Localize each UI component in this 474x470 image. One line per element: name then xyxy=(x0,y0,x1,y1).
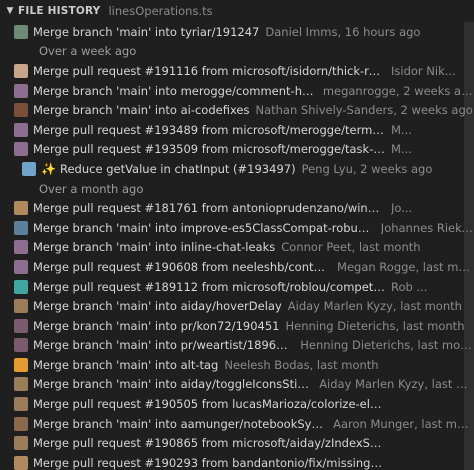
commit-meta: Peng Lyu, 2 weeks ago xyxy=(301,161,433,176)
avatar xyxy=(14,259,28,274)
commit-meta: Johannes Rieke... xyxy=(380,220,474,235)
commit-message: Merge pull request #189112 from microsof… xyxy=(33,279,385,294)
commit-message: Merge pull request #190865 from microsof… xyxy=(33,436,385,451)
avatar xyxy=(14,142,28,157)
commit-row[interactable]: Merge branch 'main' into ai-codefixes Nat… xyxy=(0,100,474,120)
commit-row[interactable]: Merge pull request #189112 from microsof… xyxy=(0,277,474,297)
commit-meta: Jo... xyxy=(391,201,413,216)
commit-message: Merge branch 'main' into inline-chat-lea… xyxy=(33,240,276,255)
commit-row[interactable]: Merge pull request #191116 from microsof… xyxy=(0,61,474,81)
avatar xyxy=(14,122,28,137)
commit-meta: M... xyxy=(391,122,412,137)
group-header: Over a week ago xyxy=(39,44,137,59)
commit-message: Merge pull request #193489 from microsof… xyxy=(33,122,385,137)
commit-meta: Isidor Nik... xyxy=(391,63,456,78)
commit-message: Merge pull request #193509 from microsof… xyxy=(33,142,385,157)
commit-message: Merge pull request #190608 from neeleshb… xyxy=(33,259,332,274)
avatar xyxy=(14,416,28,431)
commit-meta: Rob ... xyxy=(391,279,428,294)
commit-row[interactable]: Merge branch 'main' into aiday/toggleIco… xyxy=(0,375,474,395)
commit-message: Merge branch 'main' into aiday/toggleIco… xyxy=(33,377,313,392)
commit-message: Merge branch 'main' into improve-es5Clas… xyxy=(33,220,375,235)
commit-row[interactable]: Merge branch 'main' into pr/weartist/189… xyxy=(0,336,474,356)
commit-list: Merge branch 'main' into tyriar/191247 Da… xyxy=(0,22,474,470)
commit-meta: Henning Dieterichs, last month xyxy=(300,338,474,353)
commit-meta: Aiday Marlen Kyzy, last month xyxy=(319,377,474,392)
commit-row[interactable]: Merge branch 'main' into alt-tag Neelesh … xyxy=(0,355,474,375)
commit-row[interactable]: Merge branch 'main' into inline-chat-lea… xyxy=(0,238,474,258)
file-name: linesOperations.ts xyxy=(108,4,213,18)
avatar xyxy=(14,338,28,353)
commit-row[interactable]: Merge pull request #190865 from microsof… xyxy=(0,433,474,453)
commit-row[interactable]: Merge branch 'main' into improve-es5Clas… xyxy=(0,218,474,238)
commit-row[interactable]: Merge branch 'main' into aiday/hoverDela… xyxy=(0,296,474,316)
avatar xyxy=(14,220,28,235)
commit-row[interactable]: Merge branch 'main' into pr/kon72/190451… xyxy=(0,316,474,336)
avatar xyxy=(14,201,28,216)
commit-message: Merge pull request #190293 from bandanto… xyxy=(33,455,385,470)
commit-row[interactable]: Merge pull request #193489 from microsof… xyxy=(0,120,474,140)
commit-row[interactable]: Merge branch 'main' into aamunger/notebo… xyxy=(0,414,474,434)
avatar xyxy=(22,161,36,176)
commit-row[interactable]: Merge branch 'main' into merogge/comment… xyxy=(0,81,474,101)
avatar xyxy=(14,318,28,333)
sparkle-icon: ✨ xyxy=(41,161,56,176)
commit-message: Merge branch 'main' into pr/weartist/189… xyxy=(33,338,295,353)
chevron-down-icon[interactable]: ▼ xyxy=(4,6,16,16)
commit-meta: Nathan Shively-Sanders, 2 weeks ago xyxy=(255,103,473,118)
group-header: Over a month ago xyxy=(39,181,144,196)
commit-row[interactable]: Merge pull request #190608 from neeleshb… xyxy=(0,257,474,277)
avatar xyxy=(14,240,28,255)
commit-meta: Daniel Imms, 16 hours ago xyxy=(265,24,421,39)
file-history-panel: ▼ FILE HISTORY linesOperations.ts Merge … xyxy=(0,0,474,470)
commit-message: Merge branch 'main' into alt-tag xyxy=(33,357,219,372)
commit-meta: meganrogge, 2 weeks ago xyxy=(322,83,474,98)
commit-message: Merge branch 'main' into pr/kon72/190451 xyxy=(33,318,280,333)
commit-meta: Neelesh Bodas, last month xyxy=(224,357,379,372)
commit-message: Merge pull request #191116 from microsof… xyxy=(33,63,385,78)
avatar xyxy=(14,377,28,392)
scrollbar[interactable] xyxy=(464,22,474,470)
panel-title: FILE HISTORY xyxy=(18,5,101,17)
commit-meta: Megan Rogge, last month xyxy=(337,259,474,274)
commit-meta: Connor Peet, last month xyxy=(281,240,421,255)
commit-meta: M... xyxy=(391,142,412,157)
commit-message: Merge branch 'main' into aamunger/notebo… xyxy=(33,416,328,431)
file-history-header[interactable]: ▼ FILE HISTORY linesOperations.ts xyxy=(0,0,474,22)
avatar xyxy=(14,357,28,372)
avatar xyxy=(14,103,28,118)
commit-message: Merge branch 'main' into merogge/comment… xyxy=(33,83,317,98)
commit-row[interactable]: Merge pull request #181761 from antoniop… xyxy=(0,198,474,218)
commit-meta: Aaron Munger, last month xyxy=(333,416,474,431)
avatar xyxy=(14,83,28,98)
avatar xyxy=(14,24,28,39)
commit-message: Reduce getValue in chatInput (#193497) xyxy=(60,161,296,176)
avatar xyxy=(14,63,28,78)
commit-message: Merge branch 'main' into aiday/hoverDela… xyxy=(33,299,282,314)
commit-message: Merge pull request #181761 from antoniop… xyxy=(33,201,385,216)
avatar xyxy=(14,436,28,451)
commit-message: Merge branch 'main' into ai-codefixes xyxy=(33,103,250,118)
commit-meta: Aiday Marlen Kyzy, last month xyxy=(287,299,462,314)
commit-meta: Henning Dieterichs, last month xyxy=(285,318,465,333)
commit-row[interactable]: Merge pull request #190293 from bandanto… xyxy=(0,453,474,470)
commit-message: Merge branch 'main' into tyriar/191247 xyxy=(33,24,260,39)
avatar xyxy=(14,299,28,314)
commit-row[interactable]: Merge pull request #190505 from lucasMar… xyxy=(0,394,474,414)
commit-message: Merge pull request #190505 from lucasMar… xyxy=(33,397,385,412)
avatar xyxy=(14,279,28,294)
commit-row[interactable]: Merge pull request #193509 from microsof… xyxy=(0,140,474,160)
avatar xyxy=(14,455,28,470)
commit-row[interactable]: ✨ Reduce getValue in chatInput (#193497) P… xyxy=(0,159,474,179)
avatar xyxy=(14,397,28,412)
commit-row[interactable]: Merge branch 'main' into tyriar/191247 Da… xyxy=(0,22,474,42)
